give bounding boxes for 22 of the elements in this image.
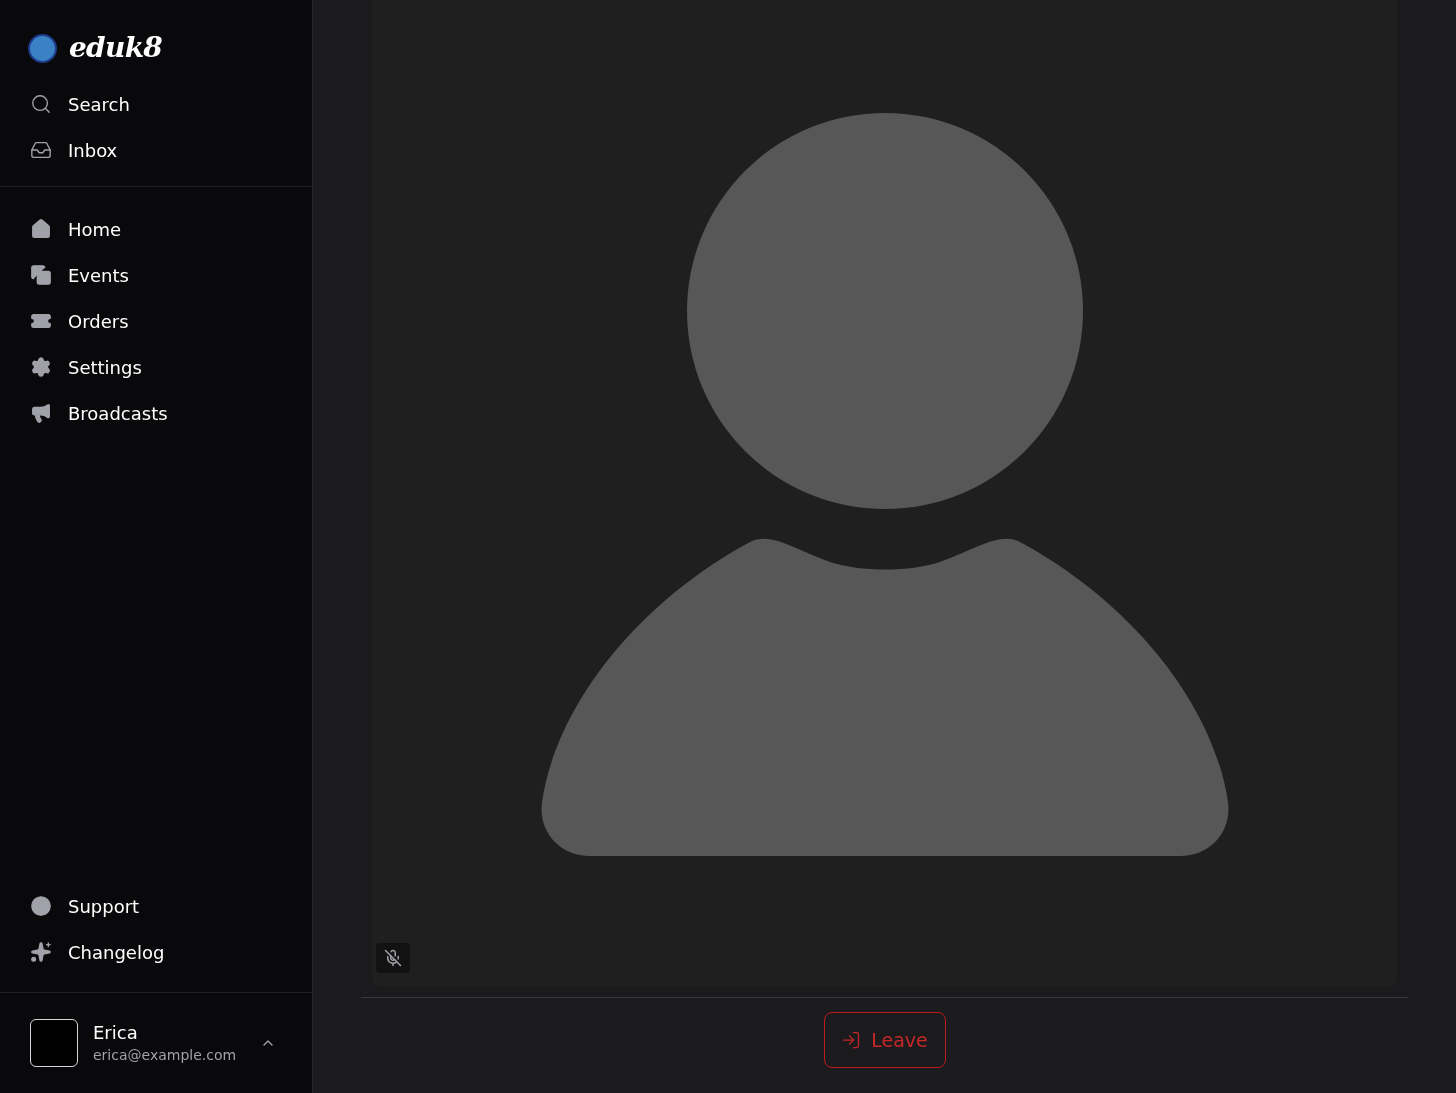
nav-item[interactable]: Changelog bbox=[28, 936, 284, 968]
nav-item[interactable]: Support bbox=[28, 890, 284, 922]
enter-door-icon bbox=[841, 1030, 862, 1050]
avatar-logo-icon bbox=[28, 33, 57, 63]
home-icon bbox=[30, 218, 52, 240]
search-icon bbox=[30, 93, 52, 115]
sparkles-icon bbox=[30, 941, 52, 963]
user-menu[interactable]: Erica erica@example.com bbox=[0, 993, 312, 1093]
stacked-squares-icon bbox=[30, 264, 52, 286]
nav-item[interactable]: Search bbox=[28, 88, 284, 120]
inbox-icon bbox=[30, 139, 52, 161]
brand-logo: eduk8 bbox=[69, 30, 163, 66]
nav-item[interactable]: Broadcasts bbox=[28, 397, 284, 429]
user-name: Erica bbox=[93, 1020, 139, 1045]
nav-item[interactable]: Home bbox=[28, 213, 284, 245]
nav-item[interactable]: Orders bbox=[28, 305, 284, 337]
nav-item[interactable]: Events bbox=[28, 259, 284, 291]
megaphone-icon bbox=[30, 402, 52, 424]
nav-item[interactable]: Inbox bbox=[28, 134, 284, 166]
user-email: erica@example.com bbox=[93, 1045, 237, 1065]
avatar-image bbox=[30, 1019, 78, 1067]
nav-item[interactable]: Settings bbox=[28, 351, 284, 383]
